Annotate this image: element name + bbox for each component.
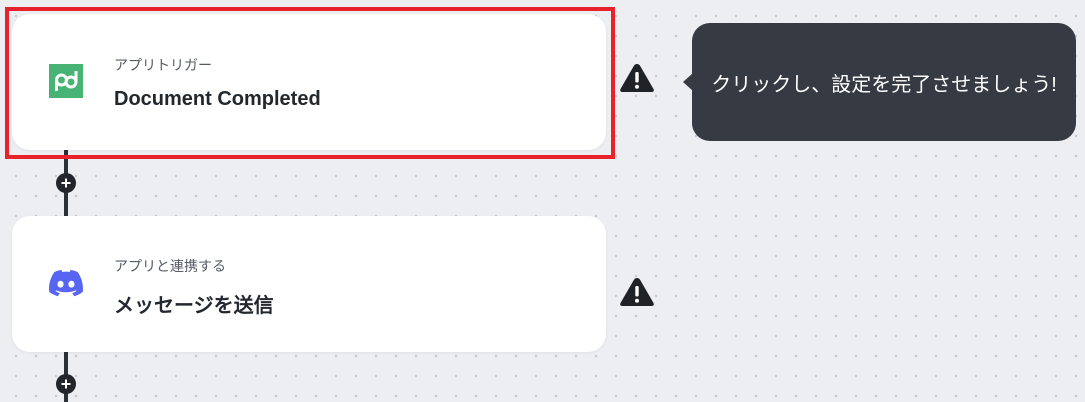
action-step-card[interactable]: アプリと連携する メッセージを送信 (12, 216, 606, 352)
tooltip-text: クリックし、設定を完了させましょう! (711, 73, 1057, 96)
setup-hint-tooltip: クリックし、設定を完了させましょう! (692, 23, 1076, 141)
warning-icon[interactable] (618, 275, 656, 309)
step-subtitle: アプリトリガー (114, 57, 212, 73)
step-title: Document Completed (114, 88, 321, 110)
trigger-step-card[interactable]: アプリトリガー Document Completed (12, 14, 606, 150)
step-subtitle: アプリと連携する (114, 258, 226, 274)
plus-icon (61, 379, 71, 389)
step-title: メッセージを送信 (114, 295, 274, 317)
add-step-button[interactable] (56, 173, 76, 193)
discord-icon (49, 266, 83, 300)
plus-icon (61, 178, 71, 188)
pandadoc-icon (49, 64, 83, 98)
add-step-button[interactable] (56, 374, 76, 394)
warning-icon[interactable] (618, 61, 656, 95)
